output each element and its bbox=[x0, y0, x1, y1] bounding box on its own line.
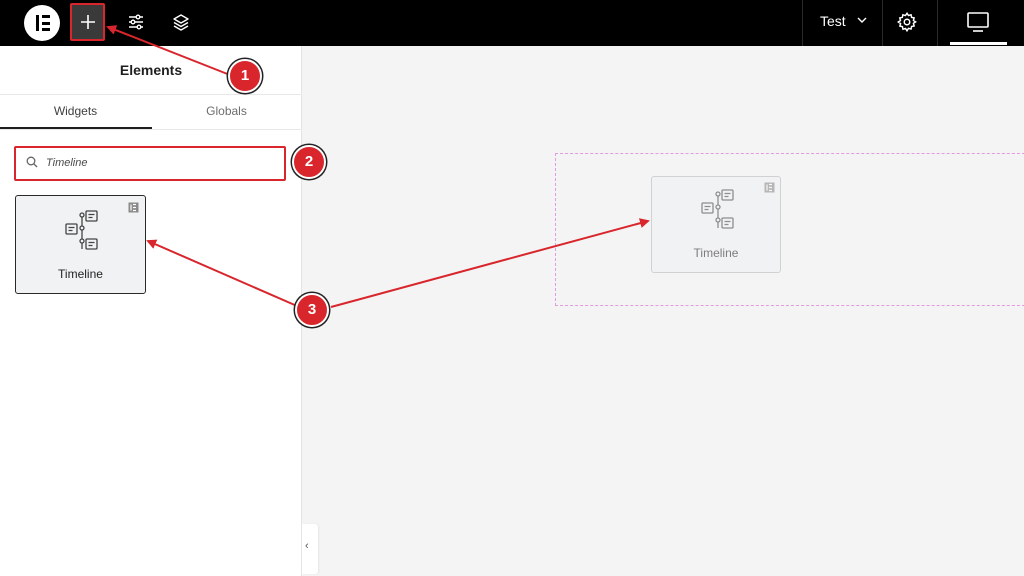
topbar-divider bbox=[882, 0, 883, 46]
tab-globals[interactable]: Globals bbox=[151, 104, 302, 118]
site-settings-button[interactable] bbox=[118, 4, 154, 40]
top-bar: Test bbox=[0, 0, 1024, 46]
elements-panel: Elements Widgets Globals Timeline Timeli… bbox=[0, 46, 318, 576]
tab-widgets[interactable]: Widgets bbox=[0, 104, 151, 118]
plus-icon bbox=[80, 15, 95, 29]
search-widget-input[interactable]: Timeline bbox=[14, 146, 286, 181]
tabs-divider bbox=[0, 129, 302, 130]
chevron-left-icon: ‹ bbox=[305, 540, 309, 552]
device-active-indicator bbox=[950, 42, 1007, 45]
search-value[interactable]: Timeline bbox=[46, 157, 87, 169]
gear-icon[interactable] bbox=[896, 11, 918, 33]
panel-divider bbox=[0, 94, 302, 95]
dragged-widget-timeline[interactable]: Timeline bbox=[651, 176, 781, 273]
panel-collapse-handle[interactable]: ‹ bbox=[302, 524, 318, 574]
elementor-logo[interactable] bbox=[24, 5, 60, 41]
step-1-badge: 1 bbox=[228, 59, 262, 93]
drop-zone[interactable] bbox=[555, 153, 1024, 306]
step-3-badge: 3 bbox=[295, 293, 329, 327]
widget-timeline[interactable]: Timeline bbox=[15, 195, 146, 294]
pro-badge-icon bbox=[764, 182, 775, 193]
page-name[interactable]: Test bbox=[820, 13, 846, 29]
topbar-divider bbox=[802, 0, 803, 46]
widget-label: Timeline bbox=[693, 246, 739, 260]
pro-badge-icon bbox=[128, 202, 139, 213]
widget-label: Timeline bbox=[58, 267, 103, 281]
structure-button[interactable] bbox=[163, 4, 199, 40]
timeline-icon bbox=[65, 210, 98, 250]
topbar-divider bbox=[937, 0, 938, 46]
timeline-icon bbox=[701, 189, 734, 229]
search-icon bbox=[26, 156, 38, 168]
add-element-button[interactable] bbox=[70, 3, 105, 41]
desktop-icon[interactable] bbox=[966, 11, 990, 33]
sliders-icon bbox=[129, 14, 143, 30]
chevron-down-icon[interactable] bbox=[856, 14, 868, 26]
layers-icon bbox=[173, 14, 189, 31]
step-2-badge: 2 bbox=[292, 145, 326, 179]
